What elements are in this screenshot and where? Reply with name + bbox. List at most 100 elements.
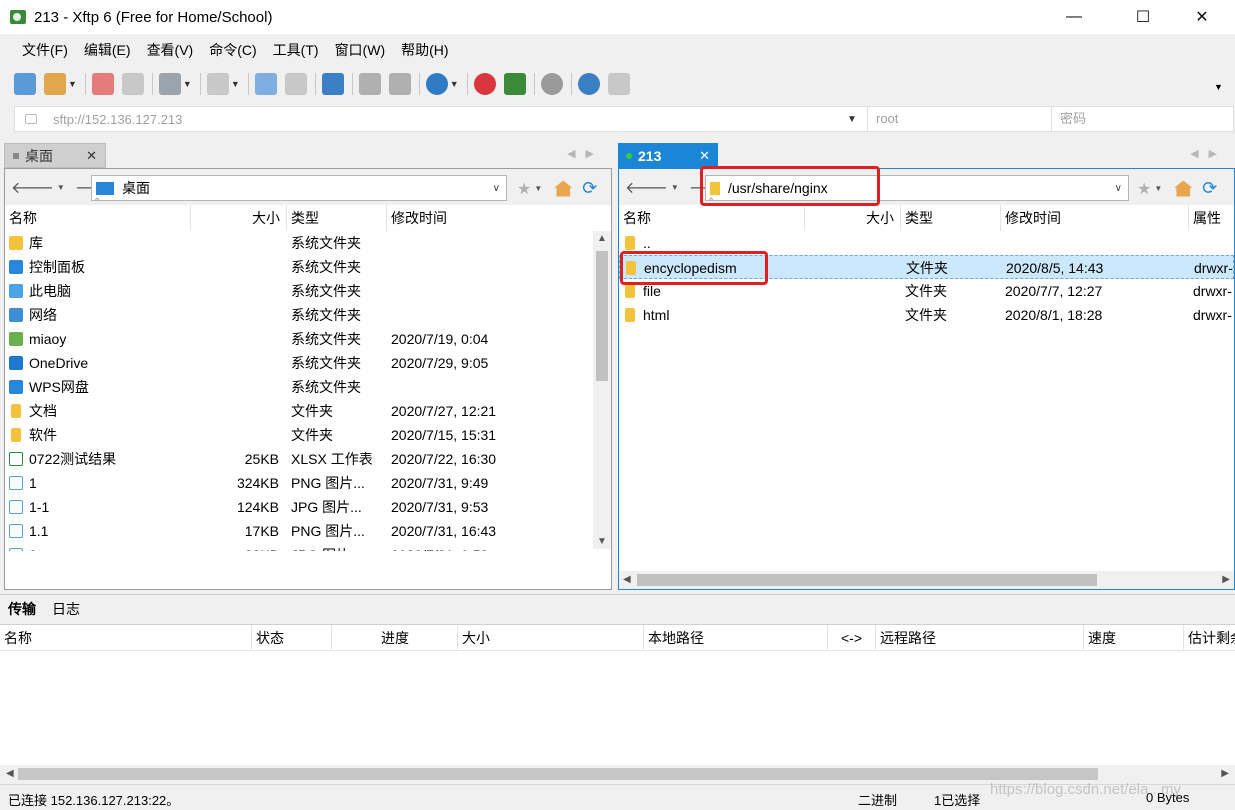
open-dropdown-icon[interactable]: ▼ (68, 79, 77, 89)
refresh-icon[interactable]: ⟳ (1202, 178, 1217, 199)
column-size[interactable]: 大小 (191, 205, 287, 231)
scroll-right-icon[interactable]: ▶ (1222, 574, 1230, 585)
star-icon[interactable]: ★ (517, 179, 531, 199)
menu-file[interactable]: 文件(F) (14, 40, 76, 60)
file-row[interactable]: OneDrive 系统文件夹 2020/7/29, 9:05 (5, 351, 611, 375)
close-tab-icon[interactable]: ✕ (86, 148, 97, 164)
column-local-path[interactable]: 本地路径 (644, 625, 828, 651)
xftp-icon[interactable] (503, 73, 526, 95)
star-icon[interactable]: ★ (1137, 179, 1151, 199)
host-input[interactable]: sftp://152.136.127.213 (53, 112, 853, 127)
column-name[interactable]: 名称 (0, 625, 252, 651)
column-remote-path[interactable]: 远程路径 (876, 625, 1084, 651)
file-row[interactable]: 1.1 17KB PNG 图片... 2020/7/31, 16:43 (5, 519, 611, 543)
sync-icon[interactable] (321, 73, 344, 95)
scroll-down-icon[interactable]: ▼ (597, 536, 607, 547)
username-input[interactable]: root (867, 107, 1057, 131)
help-icon[interactable] (577, 73, 600, 95)
paste-icon[interactable] (388, 73, 411, 95)
column-direction[interactable]: <-> (828, 625, 876, 651)
home-icon[interactable] (554, 180, 573, 197)
column-size[interactable]: 大小 (805, 205, 901, 231)
column-modified[interactable]: 修改时间 (1001, 205, 1189, 231)
minimize-button[interactable]: — (1051, 0, 1097, 34)
menu-view[interactable]: 查看(V) (139, 40, 202, 60)
scroll-thumb[interactable] (18, 768, 1098, 780)
tab-scroll-arrows[interactable]: ◀▶ (1190, 147, 1227, 160)
scroll-left-icon[interactable]: ◀ (6, 768, 14, 779)
close-button[interactable]: ✕ (1179, 0, 1225, 34)
file-row[interactable]: 软件 文件夹 2020/7/15, 15:31 (5, 423, 611, 447)
menu-tools[interactable]: 工具(T) (265, 40, 327, 60)
password-input[interactable]: 密码 (1051, 107, 1235, 131)
menu-help[interactable]: 帮助(H) (393, 40, 456, 60)
xshell-icon[interactable] (473, 73, 496, 95)
maximize-button[interactable]: ☐ (1120, 0, 1166, 34)
tab-scroll-arrows[interactable]: ◀▶ (567, 147, 604, 160)
file-row[interactable]: 0722测试结果 25KB XLSX 工作表 2020/7/22, 16:30 (5, 447, 611, 471)
home-icon[interactable] (1174, 180, 1193, 197)
open-folder-icon[interactable] (44, 73, 66, 95)
path-dropdown-icon[interactable]: ∨ (1115, 183, 1122, 194)
scroll-thumb[interactable] (637, 574, 1097, 586)
column-size[interactable]: 大小 (458, 625, 644, 651)
file-row[interactable]: 1-1 124KB JPG 图片... 2020/7/31, 9:53 (5, 495, 611, 519)
download-icon[interactable] (284, 73, 307, 95)
column-name[interactable]: 名称 (619, 205, 805, 231)
scroll-left-icon[interactable]: ◀ (623, 574, 631, 585)
new-session-icon[interactable] (14, 73, 36, 95)
properties-dropdown-icon[interactable]: ▼ (183, 79, 192, 89)
column-eta[interactable]: 估计剩余 (1184, 625, 1235, 651)
remote-horizontal-scrollbar[interactable]: ◀ ▶ (619, 571, 1234, 589)
column-speed[interactable]: 速度 (1084, 625, 1184, 651)
close-tab-icon[interactable]: ✕ (699, 148, 710, 164)
host-dropdown-icon[interactable]: ▼ (847, 114, 857, 125)
back-dropdown-icon[interactable]: ▼ (57, 183, 65, 192)
back-icon[interactable]: 🡐 (625, 177, 668, 198)
file-row[interactable]: html 文件夹 2020/8/1, 18:28 drwxr- (619, 303, 1234, 327)
encoding-dropdown-icon[interactable]: ▼ (450, 79, 459, 89)
file-row[interactable]: 文档 文件夹 2020/7/27, 12:21 (5, 399, 611, 423)
scroll-up-icon[interactable]: ▲ (597, 233, 607, 244)
bookmark-dropdown-icon[interactable]: ▼ (534, 184, 542, 193)
menu-command[interactable]: 命令(C) (201, 40, 264, 60)
properties-icon[interactable] (158, 73, 181, 95)
local-vertical-scrollbar[interactable]: ▲ ▼ (593, 231, 611, 549)
column-progress[interactable]: 进度 (332, 625, 458, 651)
column-name[interactable]: 名称 (5, 205, 191, 231)
back-icon[interactable]: 🡐 (11, 177, 54, 198)
tab-remote-213[interactable]: 213 ✕ (618, 143, 718, 168)
tab-log[interactable]: 日志 (52, 599, 80, 619)
file-row[interactable]: 此电脑 系统文件夹 (5, 279, 611, 303)
column-type[interactable]: 类型 (287, 205, 387, 231)
view-icon[interactable] (206, 73, 229, 95)
globe-icon[interactable] (425, 73, 448, 95)
bookmark-dropdown-icon[interactable]: ▼ (1154, 184, 1162, 193)
copy-icon[interactable] (358, 73, 381, 95)
scroll-thumb[interactable] (596, 251, 608, 381)
scroll-right-icon[interactable]: ▶ (1221, 768, 1229, 779)
view-dropdown-icon[interactable]: ▼ (231, 79, 240, 89)
tab-transfers[interactable]: 传输 (8, 599, 36, 619)
tab-local-desktop[interactable]: 桌面 ✕ (4, 143, 106, 168)
menu-edit[interactable]: 编辑(E) (76, 40, 139, 60)
chat-icon[interactable] (607, 73, 630, 95)
file-row[interactable]: 网络 系统文件夹 (5, 303, 611, 327)
disconnect-icon[interactable] (121, 73, 144, 95)
refresh-icon[interactable]: ⟳ (582, 178, 597, 199)
file-row[interactable]: 1 324KB PNG 图片... 2020/7/31, 9:49 (5, 471, 611, 495)
gear-icon[interactable] (540, 73, 563, 95)
connect-icon[interactable] (91, 73, 114, 95)
file-row[interactable]: 库 系统文件夹 (5, 231, 611, 255)
local-path-input[interactable]: 桌面 ∨ (91, 175, 507, 201)
column-modified[interactable]: 修改时间 (387, 205, 587, 231)
column-attributes[interactable]: 属性 (1189, 205, 1235, 231)
file-row[interactable]: 222KB JPG 图片... 2020/7/31, 9:53 (5, 543, 611, 551)
file-row[interactable]: WPS网盘 系统文件夹 (5, 375, 611, 399)
column-type[interactable]: 类型 (901, 205, 1001, 231)
path-dropdown-icon[interactable]: ∨ (493, 183, 500, 194)
file-row[interactable]: 控制面板 系统文件夹 (5, 255, 611, 279)
menu-window[interactable]: 窗口(W) (327, 40, 394, 60)
upload-icon[interactable] (254, 73, 277, 95)
toolbar-overflow-icon[interactable]: ▼ (1214, 82, 1223, 92)
